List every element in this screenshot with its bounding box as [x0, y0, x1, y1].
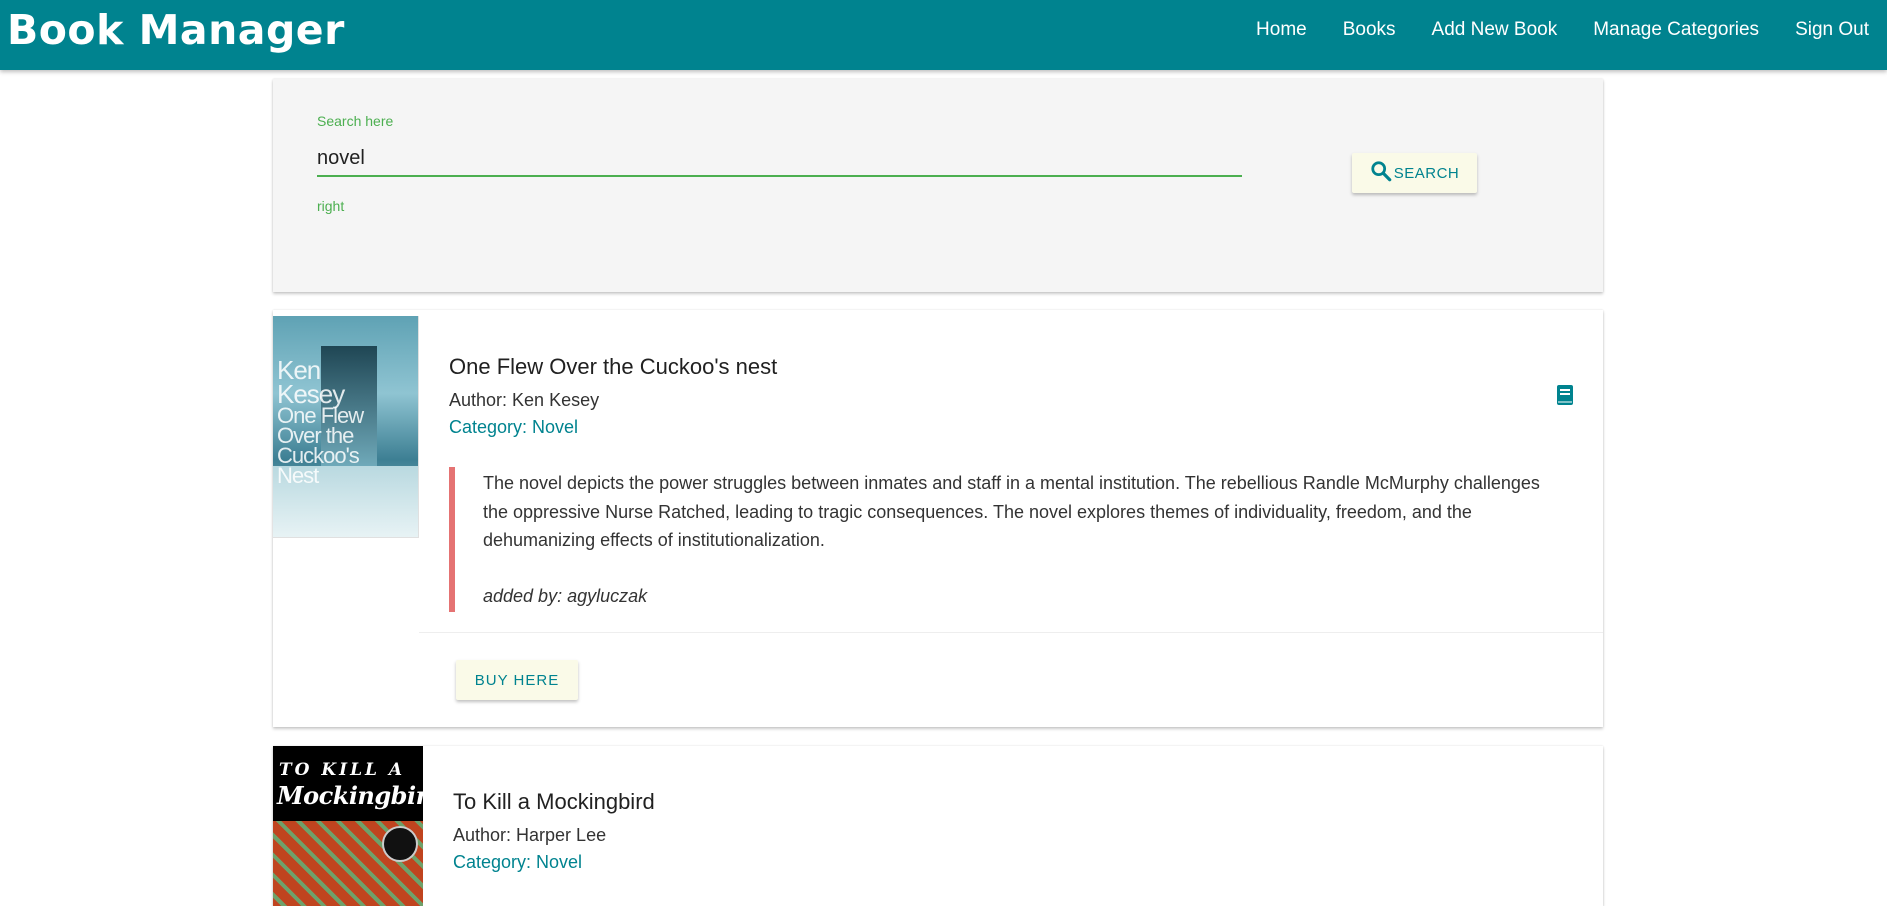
search-icon [1370, 160, 1394, 186]
book-cover-image: TO KILL A Mockingbird [273, 746, 423, 906]
book-title: One Flew Over the Cuckoo's nest [449, 354, 778, 379]
book-info: To Kill a Mockingbird Author: Harper Lee… [453, 789, 1573, 873]
top-navbar: Book Manager Home Books Add New Book Man… [0, 0, 1887, 70]
buy-here-button[interactable]: BUY HERE [456, 660, 578, 700]
book-info: One Flew Over the Cuckoo's nest Author: … [449, 354, 1569, 438]
card-action-area: BUY HERE [419, 632, 1603, 727]
book-added-by: added by: agyluczak [483, 585, 648, 606]
book-cover-image: Ken Kesey One Flew Over the Cuckoo's Nes… [273, 316, 419, 538]
nav-books-link[interactable]: Books [1325, 0, 1414, 60]
book-author: Author: Harper Lee [453, 825, 607, 845]
search-helper-text: right [317, 198, 345, 214]
book-card: Ken Kesey One Flew Over the Cuckoo's Nes… [273, 310, 1603, 727]
search-card: Search here right SEARCH [273, 79, 1603, 292]
nav-add-new-book-link[interactable]: Add New Book [1414, 0, 1576, 60]
book-description: The novel depicts the power struggles be… [483, 473, 1540, 550]
book-category: Category: Novel [453, 852, 583, 872]
app-brand-logo[interactable]: Book Manager [7, 2, 345, 58]
book-category: Category: Novel [449, 417, 579, 437]
search-label: Search here [317, 113, 394, 129]
book-card: TO KILL A Mockingbird To Kill a Mockingb… [273, 746, 1603, 906]
search-button-label: SEARCH [1393, 164, 1460, 182]
nav-menu: Home Books Add New Book Manage Categorie… [1238, 0, 1887, 60]
book-icon[interactable] [1556, 384, 1574, 411]
nav-home-link[interactable]: Home [1238, 0, 1325, 60]
book-author: Author: Ken Kesey [449, 390, 600, 410]
search-button[interactable]: SEARCH [1352, 153, 1477, 193]
nav-manage-categories-link[interactable]: Manage Categories [1575, 0, 1777, 60]
search-input[interactable] [317, 141, 1242, 177]
book-title: To Kill a Mockingbird [453, 789, 655, 814]
book-description-quote: The novel depicts the power struggles be… [449, 467, 1569, 612]
nav-sign-out-link[interactable]: Sign Out [1777, 0, 1887, 60]
